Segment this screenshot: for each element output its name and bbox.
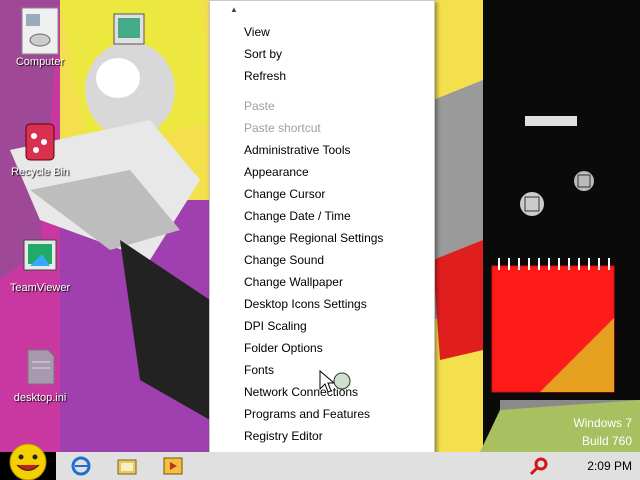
menu-item-change-regional-settings[interactable]: Change Regional Settings [244, 227, 383, 249]
icon-label: Computer [15, 56, 65, 68]
icon-label: desktop.ini [13, 392, 67, 404]
desktop-icon-recycle-bin[interactable]: Recycle Bin [2, 120, 78, 178]
search-icon[interactable] [528, 456, 550, 476]
menu-item-appearance[interactable]: Appearance [244, 161, 309, 183]
menu-item-paste-shortcut: Paste shortcut [244, 121, 321, 135]
menu-item-change-sound[interactable]: Change Sound [244, 249, 324, 271]
file-explorer-icon[interactable] [116, 456, 138, 476]
menu-item-folder-options[interactable]: Folder Options [244, 337, 323, 359]
menu-item-change-date-time[interactable]: Change Date / Time [244, 205, 351, 227]
menu-item-administrative-tools[interactable]: Administrative Tools [244, 139, 351, 161]
recycle-bin-icon [20, 120, 60, 161]
windows-build-text: Build 760 [581, 434, 632, 448]
busy-cursor-icon [319, 369, 351, 393]
settings-file-icon [20, 346, 60, 386]
menu-item-sort-by[interactable]: Sort by [244, 43, 282, 65]
desktop-context-menu: ▲ View Sort by Refresh Paste Paste short… [209, 0, 435, 467]
menu-item-programs-and-features[interactable]: Programs and Features [244, 403, 370, 425]
menu-item-change-cursor[interactable]: Change Cursor [244, 183, 325, 205]
windows-version-text: Windows 7 [573, 416, 632, 430]
menu-item-desktop-icons-settings[interactable]: Desktop Icons Settings [244, 293, 367, 315]
computer-icon [20, 6, 60, 55]
desktop-icon-teamviewer[interactable]: TeamViewer [2, 236, 78, 294]
gadget-button-icon[interactable] [516, 190, 548, 218]
internet-explorer-icon[interactable] [70, 456, 92, 476]
desktop-icon-computer[interactable]: Computer [2, 6, 78, 68]
menu-item-registry-editor[interactable]: Registry Editor [244, 425, 323, 447]
teamviewer-icon [20, 236, 60, 276]
menu-item-view[interactable]: View [244, 21, 270, 43]
taskbar-clock[interactable]: 2:09 PM [587, 459, 632, 473]
scroll-up-icon[interactable]: ▲ [230, 5, 238, 14]
desktop-icon-desktop-ini[interactable]: desktop.ini [2, 346, 78, 404]
start-button[interactable] [0, 438, 56, 480]
desktop-icon-unnamed[interactable] [90, 10, 166, 52]
media-player-icon[interactable] [162, 456, 184, 476]
menu-item-change-wallpaper[interactable]: Change Wallpaper [244, 271, 343, 293]
shortcut-icon [108, 10, 148, 50]
menu-item-dpi-scaling[interactable]: DPI Scaling [244, 315, 307, 337]
menu-item-fonts[interactable]: Fonts [244, 359, 274, 381]
sticky-note-gadget[interactable] [490, 258, 616, 394]
menu-item-refresh[interactable]: Refresh [244, 65, 286, 87]
icon-label: TeamViewer [9, 282, 71, 294]
gadget-grid-icon[interactable] [572, 170, 596, 192]
taskbar: 2:09 PM [0, 443, 640, 480]
icon-label: Recycle Bin [10, 166, 70, 178]
menu-item-paste: Paste [244, 99, 275, 113]
